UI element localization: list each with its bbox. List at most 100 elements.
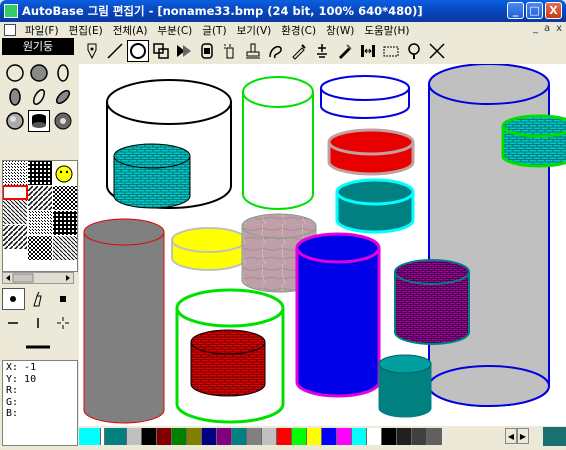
coord-y: Y: 10	[6, 373, 37, 385]
document-icon[interactable]	[4, 24, 16, 36]
cyan-brick-small-cylinder	[501, 114, 566, 168]
pattern-scrollbar[interactable]	[2, 272, 74, 284]
palette-scroll-left-icon[interactable]: ◀	[505, 428, 517, 444]
color-b: B:	[6, 408, 19, 419]
palette-swatch[interactable]	[292, 428, 307, 445]
dot-brush-icon[interactable]	[2, 288, 25, 310]
crosshair-brush-icon[interactable]	[51, 312, 75, 334]
vline-brush-icon[interactable]	[26, 312, 50, 334]
palette-swatch[interactable]	[79, 428, 101, 445]
palette-swatch[interactable]	[412, 428, 427, 445]
palette-swatch[interactable]	[307, 428, 322, 445]
menu-help[interactable]: 도움말(H)	[359, 23, 414, 38]
line-icon[interactable]	[104, 40, 126, 62]
resize-icon[interactable]	[357, 40, 379, 62]
canvas-frame	[79, 64, 566, 426]
ellipse-icon[interactable]	[127, 40, 149, 62]
gray-red-cylinder	[83, 218, 165, 424]
palette-swatch[interactable]	[105, 428, 127, 445]
palette-swatch[interactable]	[397, 428, 412, 445]
yellow-cylinder	[171, 227, 247, 271]
current-color-indicator	[543, 427, 566, 446]
menu-window[interactable]: 창(W)	[321, 23, 359, 38]
ellipse-vertical-icon[interactable]	[52, 62, 74, 84]
rect-select-icon[interactable]	[380, 40, 402, 62]
menu-all[interactable]: 전체(A)	[108, 23, 153, 38]
window-title: AutoBase 그림 편집기 - [noname33.bmp (24 bit,…	[22, 4, 423, 18]
menu-view[interactable]: 보기(V)	[232, 23, 277, 38]
arrow-shape-icon[interactable]	[173, 40, 195, 62]
torus-icon[interactable]	[52, 110, 74, 132]
sphere-icon[interactable]	[4, 110, 26, 132]
palette-swatch[interactable]	[262, 428, 277, 445]
cylinder-icon[interactable]	[196, 40, 218, 62]
mdi-close-button[interactable]: x	[556, 23, 562, 34]
pen-nib-icon[interactable]	[81, 40, 103, 62]
dropper-icon[interactable]	[288, 40, 310, 62]
palette-swatch[interactable]	[382, 428, 397, 445]
palette-swatch[interactable]	[232, 428, 247, 445]
shape-style-grid	[4, 62, 76, 134]
zoom-icon[interactable]	[403, 40, 425, 62]
drawing-canvas[interactable]	[79, 64, 566, 426]
palette-swatch[interactable]	[172, 428, 187, 445]
left-tool-panel: 원기둥 X: -1 Y: 10 R: G: B:	[0, 38, 79, 450]
palette-swatch[interactable]	[352, 428, 367, 445]
palette-scroll-right-icon[interactable]: ▶	[517, 428, 529, 444]
palette-swatch[interactable]	[322, 428, 337, 445]
blue-small-cylinder	[320, 75, 410, 119]
menu-environment[interactable]: 환경(C)	[276, 23, 321, 38]
cursor-info-panel: X: -1 Y: 10 R: G: B:	[2, 360, 78, 446]
brush-options-grid	[2, 288, 75, 360]
palette-swatch[interactable]	[187, 428, 202, 445]
cross-icon[interactable]	[426, 40, 448, 62]
black-outline-cylinder	[106, 79, 232, 209]
red-cylinder	[327, 128, 415, 176]
maximize-button[interactable]: □	[526, 2, 543, 19]
circle-filled-gray-icon[interactable]	[28, 62, 50, 84]
palette-swatch[interactable]	[277, 428, 292, 445]
square-brush-icon[interactable]	[51, 288, 74, 310]
menu-bar: 파일(F) 편집(E) 전체(A) 부분(C) 글(T) 보기(V) 환경(C)…	[0, 22, 566, 38]
curve-icon[interactable]	[265, 40, 287, 62]
palette-swatch[interactable]	[127, 428, 142, 445]
pen-brush-icon[interactable]	[26, 288, 50, 310]
menu-partial[interactable]: 부분(C)	[152, 23, 197, 38]
green-outline-red-brick-cylinder	[175, 288, 285, 424]
overlap-rect-icon[interactable]	[150, 40, 172, 62]
palette-swatch[interactable]	[247, 428, 262, 445]
ellipse-tilted-filled-icon[interactable]	[52, 86, 74, 108]
circle-outline-icon[interactable]	[4, 62, 26, 84]
pattern-fill-panel[interactable]	[2, 160, 78, 272]
coord-x: X: -1	[6, 362, 37, 373]
palette-scroll[interactable]: ◀ ▶	[505, 428, 543, 444]
ellipse-filled-icon[interactable]	[4, 86, 26, 108]
hline-brush-icon[interactable]	[2, 312, 25, 334]
ellipse-tilted-icon[interactable]	[28, 86, 50, 108]
menu-file[interactable]: 파일(F)	[20, 23, 64, 38]
close-button[interactable]: X	[545, 2, 562, 19]
palette-swatch[interactable]	[337, 428, 352, 445]
menu-edit[interactable]: 편집(E)	[64, 23, 108, 38]
menu-text[interactable]: 글(T)	[197, 23, 231, 38]
teal-small-cylinder	[378, 354, 432, 418]
blue-magenta-cylinder	[295, 232, 381, 398]
cylinder-shape-icon[interactable]	[28, 110, 50, 132]
teal-cylinder	[335, 178, 415, 234]
palette-swatch[interactable]	[427, 428, 442, 445]
palette-swatch[interactable]	[217, 428, 232, 445]
stamp-icon[interactable]	[242, 40, 264, 62]
title-bar: AutoBase 그림 편집기 - [noname33.bmp (24 bit,…	[0, 0, 566, 22]
color-r: R:	[6, 385, 19, 396]
palette-swatch[interactable]	[142, 428, 157, 445]
palette-swatch[interactable]	[367, 428, 382, 445]
mdi-minimize-button[interactable]: _	[533, 23, 538, 34]
palette-swatch[interactable]	[157, 428, 172, 445]
palette-swatch[interactable]	[202, 428, 217, 445]
thick-line-icon[interactable]	[2, 336, 74, 358]
brush-icon[interactable]	[334, 40, 356, 62]
lift-icon[interactable]	[311, 40, 333, 62]
mdi-restore-button[interactable]: a	[544, 23, 550, 34]
spray-icon[interactable]	[219, 40, 241, 62]
minimize-button[interactable]: _	[507, 2, 524, 19]
